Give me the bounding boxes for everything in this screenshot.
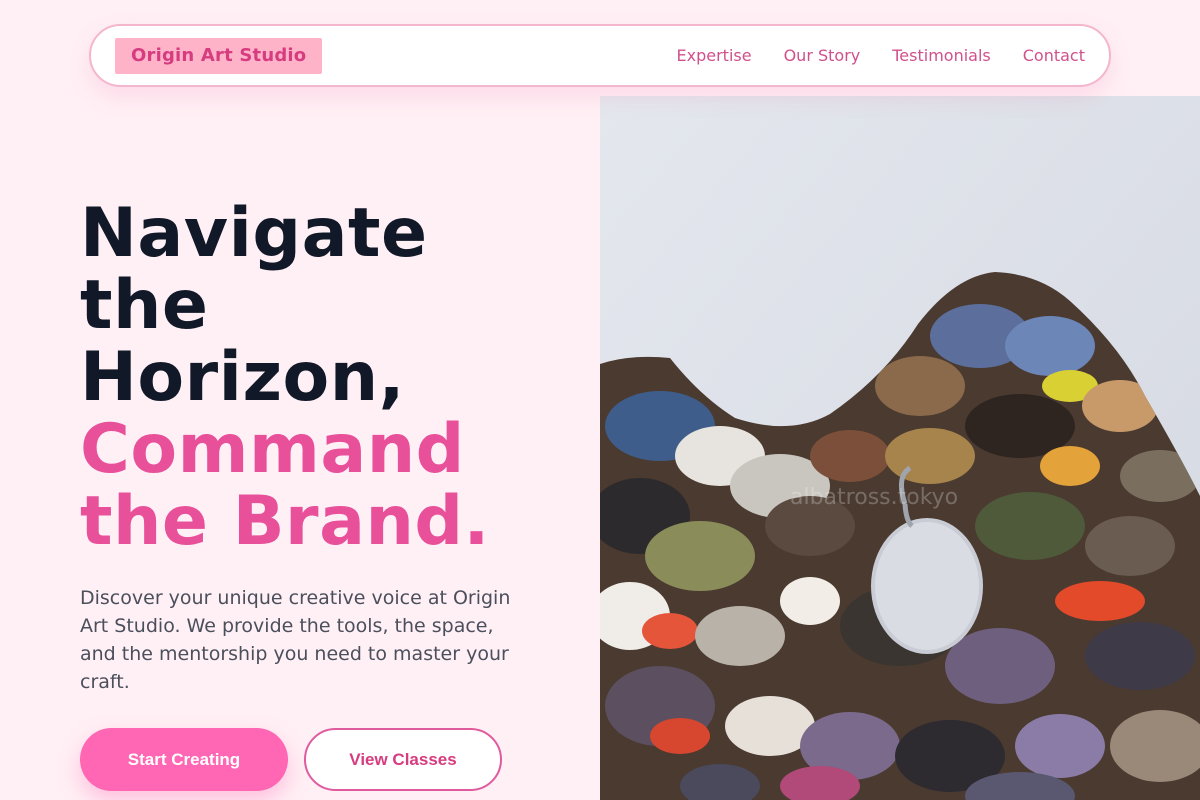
nav-link-expertise[interactable]: Expertise bbox=[677, 46, 752, 65]
start-creating-button[interactable]: Start Creating bbox=[80, 728, 288, 791]
image-watermark: albatross.tokyo bbox=[790, 485, 958, 510]
hero-title-line: the bbox=[80, 266, 209, 345]
nav-link-our-story[interactable]: Our Story bbox=[784, 46, 861, 65]
hero-title-line: Horizon, bbox=[80, 338, 406, 417]
nav-links: Expertise Our Story Testimonials Contact bbox=[677, 46, 1085, 65]
hero-title-accent-line: Command bbox=[80, 410, 465, 489]
view-classes-button[interactable]: View Classes bbox=[304, 728, 502, 791]
brand-logo[interactable]: Origin Art Studio bbox=[115, 37, 323, 74]
top-navbar: Origin Art Studio Expertise Our Story Te… bbox=[89, 24, 1111, 87]
hero-title-line: Navigate bbox=[80, 194, 428, 273]
hero-title-accent-line: the Brand. bbox=[80, 482, 490, 561]
hero-description: Discover your unique creative voice at O… bbox=[80, 587, 511, 693]
hero-image-paint-palette: albatross.tokyo bbox=[600, 96, 1200, 800]
landing-page: Origin Art Studio Expertise Our Story Te… bbox=[0, 0, 1200, 800]
hero-title: Navigate the Horizon, Command the Brand. bbox=[80, 198, 580, 558]
nav-link-testimonials[interactable]: Testimonials bbox=[892, 46, 991, 65]
nav-link-contact[interactable]: Contact bbox=[1023, 46, 1085, 65]
